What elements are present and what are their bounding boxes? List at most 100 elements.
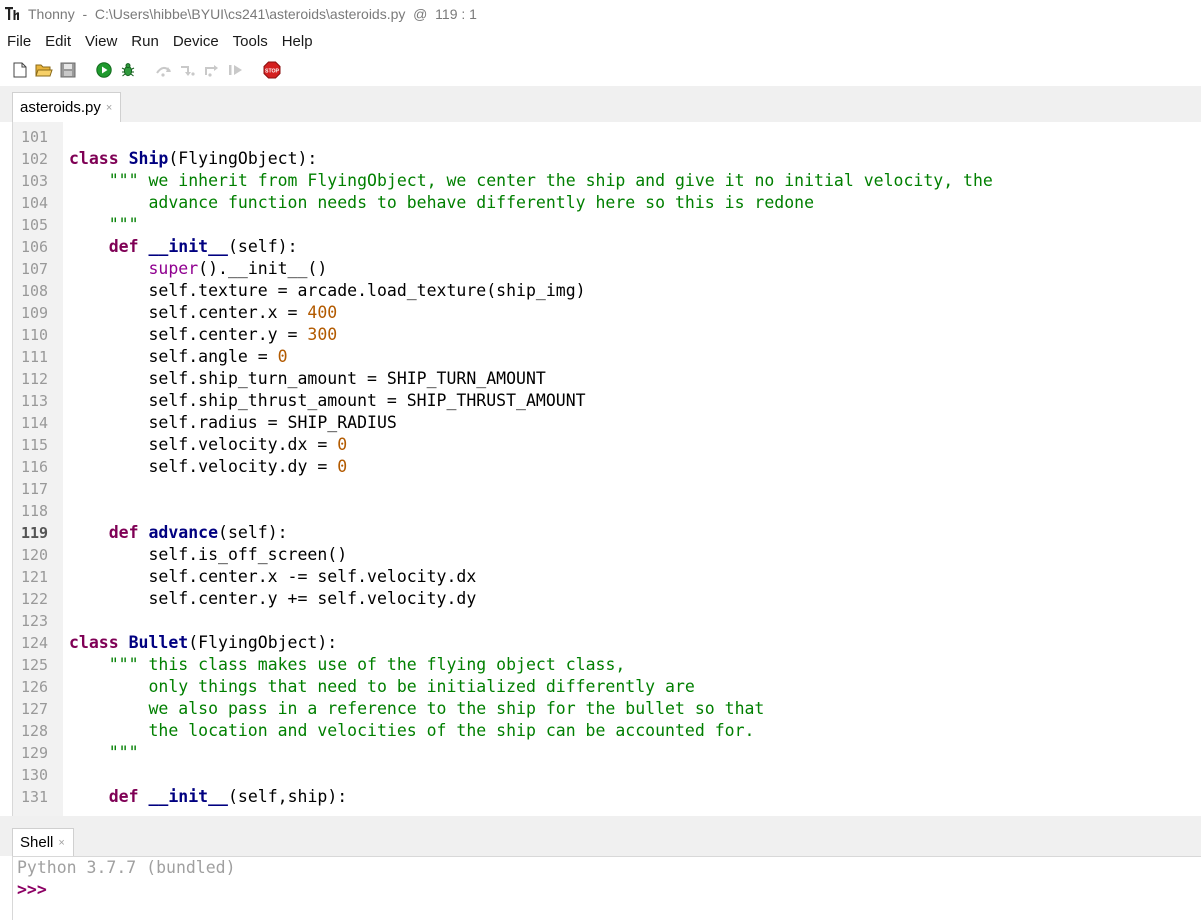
code-token: def	[108, 523, 139, 542]
code-line[interactable]: self.ship_turn_amount = SHIP_TURN_AMOUNT	[69, 368, 546, 390]
code-line[interactable]: super().__init__()	[69, 258, 327, 280]
code-line[interactable]: class Ship(FlyingObject):	[69, 148, 317, 170]
code-token: only things that need to be initialized …	[69, 677, 695, 696]
new-file-icon[interactable]	[11, 61, 29, 79]
line-number: 111	[21, 348, 49, 366]
line-number: 108	[21, 282, 49, 300]
code-line[interactable]: self.center.x -= self.velocity.dx	[69, 566, 476, 588]
code-line[interactable]: self.center.y = 300	[69, 324, 337, 346]
resume-icon	[227, 61, 245, 79]
code-token: self.center.x =	[69, 303, 308, 322]
line-number: 109	[21, 304, 49, 322]
tab-shell[interactable]: Shell ×	[12, 828, 74, 856]
line-number: 114	[21, 414, 49, 432]
line-number: 125	[21, 656, 49, 674]
code-token: 400	[307, 303, 338, 322]
code-token: the location and velocities of the ship …	[69, 721, 755, 740]
code-line[interactable]: self.velocity.dy = 0	[69, 456, 347, 478]
code-line[interactable]: """ this class makes use of the flying o…	[69, 654, 626, 676]
line-number: 116	[21, 458, 49, 476]
menu-help[interactable]: Help	[282, 33, 313, 50]
code-token: advance function needs to behave differe…	[69, 193, 815, 212]
code-line[interactable]: self.radius = SHIP_RADIUS	[69, 412, 396, 434]
line-number: 126	[21, 678, 49, 696]
code-line[interactable]: """ we inherit from FlyingObject, we cen…	[69, 170, 993, 192]
code-token: Ship	[128, 149, 169, 168]
line-number: 121	[21, 568, 49, 586]
code-line[interactable]: def advance(self):	[69, 522, 288, 544]
code-token: ().__init__()	[198, 259, 328, 278]
run-icon[interactable]	[95, 61, 113, 79]
line-number: 118	[21, 502, 49, 520]
shell-tab-strip: Shell ×	[0, 826, 1201, 856]
code-token: super	[148, 259, 199, 278]
code-line[interactable]: self.texture = arcade.load_texture(ship_…	[69, 280, 586, 302]
line-number: 124	[21, 634, 49, 652]
line-number: 120	[21, 546, 49, 564]
code-editor[interactable]: 101 102 103 104 105 106 107 108 109 110 111 112 113 1…	[12, 122, 1201, 816]
shell-console[interactable]: Python 3.7.7 (bundled) >>>	[12, 856, 1201, 920]
code-token: """	[69, 743, 139, 762]
stop-icon[interactable]: STOP	[263, 61, 281, 79]
code-token: class	[69, 149, 119, 168]
code-line[interactable]: def __init__(self,ship):	[69, 786, 347, 808]
code-line[interactable]: self.angle = 0	[69, 346, 287, 368]
menu-edit[interactable]: Edit	[45, 33, 71, 50]
code-line[interactable]: self.velocity.dx = 0	[69, 434, 347, 456]
code-token: (FlyingObject):	[168, 149, 318, 168]
line-number: 128	[21, 722, 49, 740]
step-out-icon	[203, 61, 221, 79]
line-number: 113	[21, 392, 49, 410]
line-number: 119	[21, 524, 49, 542]
menu-device[interactable]: Device	[173, 33, 219, 50]
code-token: (self):	[218, 523, 288, 542]
code-line[interactable]: self.center.y += self.velocity.dy	[69, 588, 476, 610]
code-line[interactable]: only things that need to be initialized …	[69, 676, 695, 698]
code-token: 0	[337, 457, 348, 476]
pane-divider[interactable]	[0, 816, 1201, 826]
menu-run[interactable]: Run	[131, 33, 159, 50]
line-number: 106	[21, 238, 49, 256]
code-token: self.texture = arcade.load_texture(ship_…	[69, 281, 586, 300]
menu-tools[interactable]: Tools	[233, 33, 268, 50]
code-token: self.ship_thrust_amount = SHIP_THRUST_AM…	[69, 391, 586, 410]
code-line[interactable]: the location and velocities of the ship …	[69, 720, 754, 742]
tab-asteroids-py[interactable]: asteroids.py ×	[12, 92, 122, 122]
code-line[interactable]: self.is_off_screen()	[69, 544, 347, 566]
code-token: self.ship_turn_amount = SHIP_TURN_AMOUNT	[69, 369, 546, 388]
code-line[interactable]: self.ship_thrust_amount = SHIP_THRUST_AM…	[69, 390, 586, 412]
editor-tab-strip: asteroids.py ×	[0, 86, 1201, 122]
line-number: 115	[21, 436, 49, 454]
close-icon[interactable]: ×	[106, 102, 112, 114]
debug-icon[interactable]	[119, 61, 137, 79]
save-file-icon[interactable]	[59, 61, 77, 79]
code-line[interactable]: """	[69, 214, 139, 236]
code-line[interactable]: self.center.x = 400	[69, 302, 337, 324]
code-line[interactable]: def __init__(self):	[69, 236, 298, 258]
code-token: self.center.y += self.velocity.dy	[69, 589, 477, 608]
code-token: """	[69, 215, 139, 234]
shell-prompt[interactable]: >>>	[17, 879, 47, 901]
code-token: (self,ship):	[227, 787, 348, 806]
code-token: (self):	[227, 237, 298, 256]
menu-view[interactable]: View	[85, 33, 117, 50]
code-line[interactable]: """	[69, 742, 139, 764]
code-token: 300	[307, 325, 338, 344]
code-line[interactable]: class Bullet(FlyingObject):	[69, 632, 337, 654]
menu-file[interactable]: File	[7, 33, 31, 50]
code-line[interactable]: advance function needs to behave differe…	[69, 192, 814, 214]
open-file-icon[interactable]	[35, 61, 53, 79]
code-line[interactable]: we also pass in a reference to the ship …	[69, 698, 764, 720]
code-token: we also pass in a reference to the ship …	[69, 699, 765, 718]
code-token: self.angle =	[69, 347, 278, 366]
close-icon[interactable]: ×	[58, 837, 64, 849]
code-text-area[interactable]: class Ship(FlyingObject): """ we inherit…	[63, 122, 1201, 816]
shell-banner: Python 3.7.7 (bundled)	[17, 858, 236, 877]
